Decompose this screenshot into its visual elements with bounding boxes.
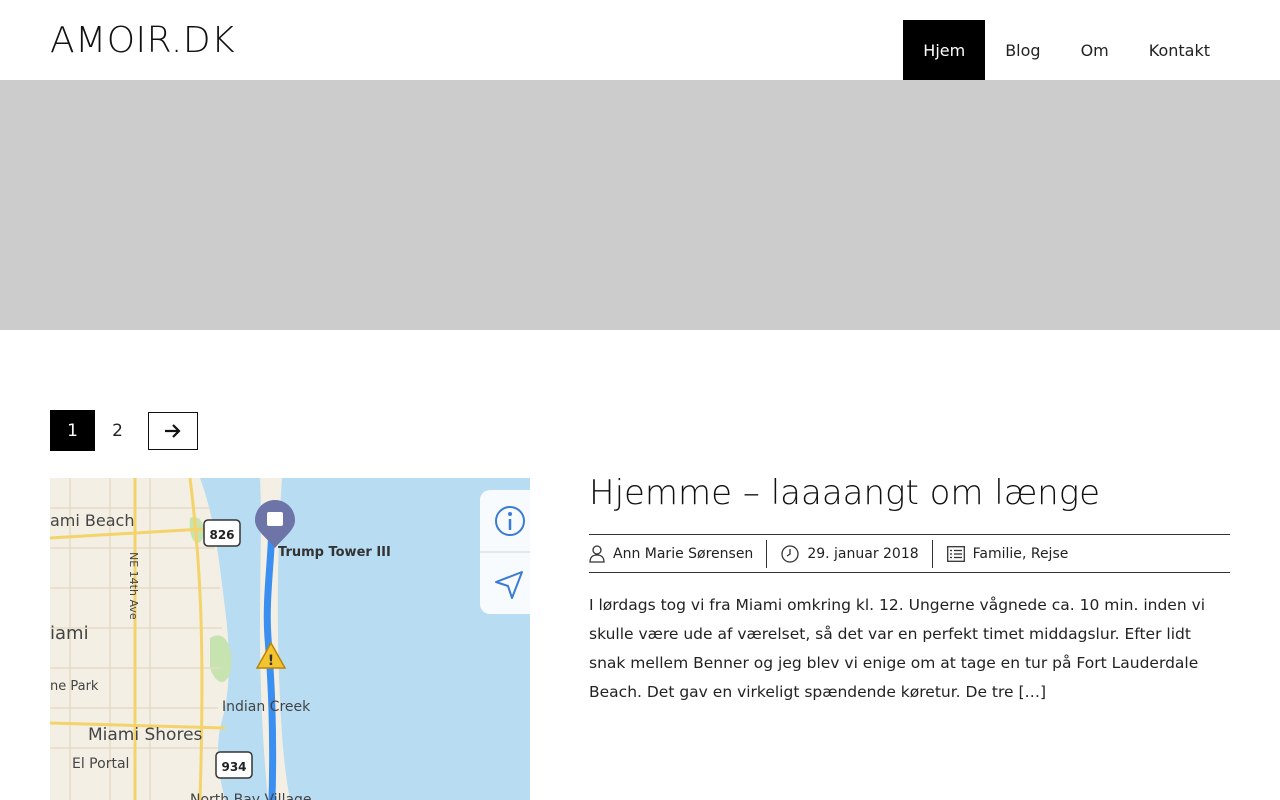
category-separator: ,: [1021, 545, 1031, 562]
svg-text:!: !: [268, 653, 274, 669]
route-shield-934: 934: [215, 751, 253, 779]
post-title[interactable]: Hjemme – laaaangt om længe: [589, 476, 1230, 510]
post-thumbnail-map[interactable]: ! 826 934 ami Beach Trump Tower III iami…: [50, 478, 530, 800]
list-icon: [946, 545, 965, 562]
site-logo[interactable]: AMOIR.DK: [50, 20, 235, 62]
map-label-indian-creek: Indian Creek: [222, 699, 311, 715]
author-link[interactable]: Ann Marie Sørensen: [613, 546, 753, 562]
map-label-park: ne Park: [50, 679, 99, 694]
map-label-miami: iami: [50, 623, 89, 644]
map-label-north-bay-village: North Bay Village: [190, 792, 312, 800]
date-link[interactable]: 29. januar 2018: [807, 546, 918, 562]
nav-item-blog[interactable]: Blog: [985, 20, 1060, 80]
nav-item-kontakt[interactable]: Kontakt: [1129, 20, 1230, 80]
page-link-2[interactable]: 2: [95, 410, 140, 451]
category-link-familie[interactable]: Familie: [973, 546, 1022, 562]
post-categories: Familie, Rejse: [931, 539, 1082, 568]
page-current: 1: [50, 410, 95, 451]
map-label-miami-beach: ami Beach: [50, 511, 134, 530]
nav-item-hjem[interactable]: Hjem: [903, 20, 986, 80]
pagination: 1 2: [50, 410, 198, 451]
map-label-ne-14th-ave: NE 14th Ave: [127, 552, 140, 620]
post-author: Ann Marie Sørensen: [589, 540, 766, 568]
post-excerpt: I lørdags tog vi fra Miami omkring kl. 1…: [589, 596, 1206, 701]
hero-banner: [0, 80, 1280, 330]
arrow-right-icon: [165, 423, 181, 438]
map-label-miami-shores: Miami Shores: [88, 725, 203, 745]
clock-icon: [781, 544, 799, 563]
route-shield-826: 826: [203, 519, 241, 547]
user-icon: [589, 544, 605, 563]
map-label-el-portal: El Portal: [72, 756, 129, 772]
next-page-button[interactable]: [148, 411, 198, 450]
post-meta: Ann Marie Sørensen 29. januar 2018 Famil…: [589, 534, 1230, 573]
site-header: AMOIR.DK Hjem Blog Om Kontakt: [0, 0, 1280, 80]
post-content: Hjemme – laaaangt om længe Ann Marie Sør…: [589, 476, 1230, 707]
map-controls: [480, 490, 530, 614]
category-link-rejse[interactable]: Rejse: [1031, 546, 1069, 562]
post-date: 29. januar 2018: [766, 539, 931, 568]
map-label-trump-tower: Trump Tower III: [278, 545, 391, 560]
map-image: ! 826 934 ami Beach Trump Tower III iami…: [50, 478, 530, 800]
route-826-label: 826: [209, 528, 234, 542]
route-934-label: 934: [221, 760, 246, 774]
main-nav: Hjem Blog Om Kontakt: [903, 20, 1230, 80]
nav-item-om[interactable]: Om: [1061, 20, 1129, 80]
